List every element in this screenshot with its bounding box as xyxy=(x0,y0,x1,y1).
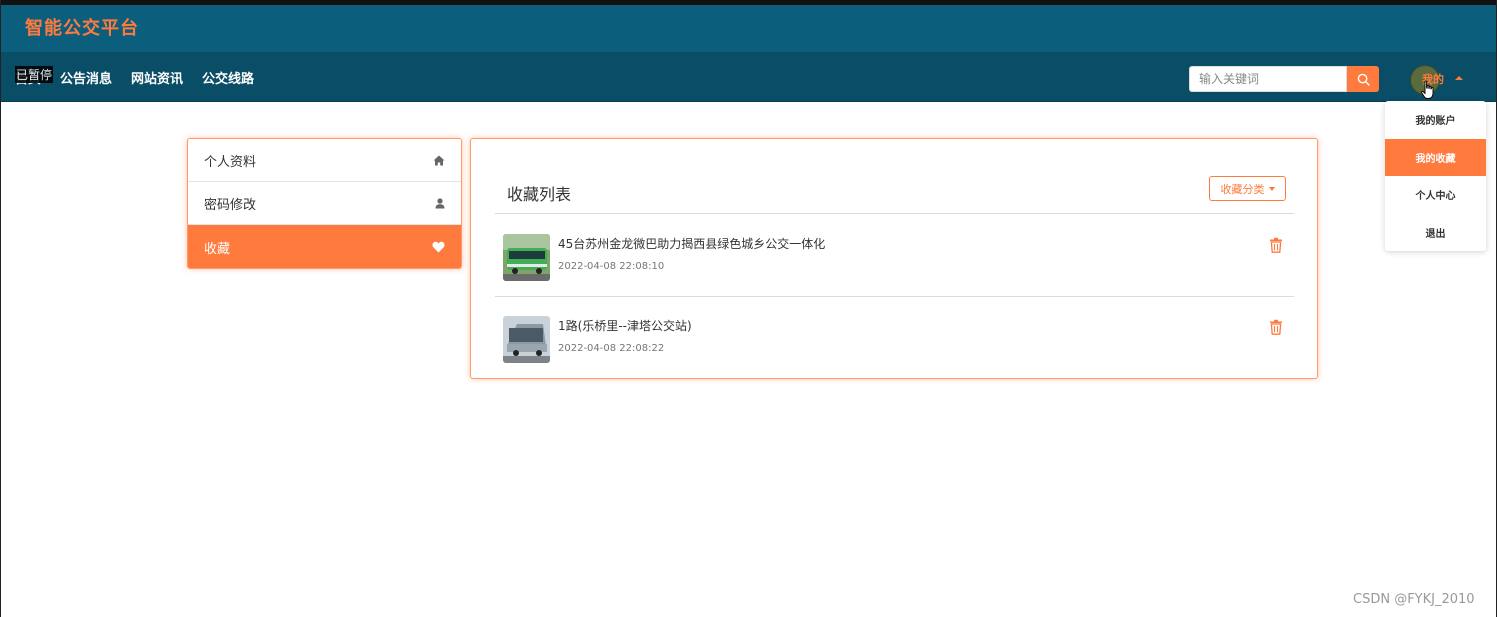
paused-overlay-label: 已暂停 xyxy=(15,66,54,83)
site-logo[interactable]: 智能公交平台 xyxy=(25,14,139,40)
search-icon xyxy=(1357,73,1370,86)
user-icon xyxy=(435,197,445,208)
menu-my-account[interactable]: 我的账户 xyxy=(1385,101,1486,139)
menu-personal-center[interactable]: 个人中心 xyxy=(1385,176,1486,214)
home-icon xyxy=(433,155,445,165)
favorite-item-title[interactable]: 45台苏州金龙微巴助力揭西县绿色城乡公交一体化 xyxy=(558,235,825,252)
user-dropdown-menu: 我的账户 我的收藏 个人中心 退出 xyxy=(1385,101,1486,251)
menu-logout[interactable]: 退出 xyxy=(1385,214,1486,252)
favorite-item[interactable]: 1路(乐桥里--津塔公交站) 2022-04-08 22:08:22 xyxy=(503,316,1283,364)
menu-my-favorites[interactable]: 我的收藏 xyxy=(1385,138,1486,176)
nav-announcements[interactable]: 公告消息 xyxy=(60,68,112,87)
favorite-item-time: 2022-04-08 22:08:22 xyxy=(558,343,665,354)
favorites-panel: 收藏列表 收藏分类 45台苏州金龙微巴助力揭西县绿色城乡公交一体化 2022-0… xyxy=(470,138,1318,379)
nav-bus-routes[interactable]: 公交线路 xyxy=(202,68,254,87)
trash-icon[interactable] xyxy=(1269,237,1283,253)
bus-thumbnail-image[interactable] xyxy=(503,234,550,281)
search-button[interactable] xyxy=(1347,66,1379,92)
bus-thumbnail-image[interactable] xyxy=(503,316,550,363)
hand-cursor-icon xyxy=(1421,80,1434,99)
sidebar-item-label: 收藏 xyxy=(204,241,231,257)
nav-news[interactable]: 网站资讯 xyxy=(131,68,183,87)
sidebar-item-change-password[interactable]: 密码修改 xyxy=(188,182,461,225)
search-bar xyxy=(1189,66,1379,92)
main-navbar: 首页 公告消息 网站资讯 公交线路 已暂停 我的 xyxy=(1,52,1496,102)
favorite-item[interactable]: 45台苏州金龙微巴助力揭西县绿色城乡公交一体化 2022-04-08 22:08… xyxy=(503,234,1283,282)
favorite-item-title[interactable]: 1路(乐桥里--津塔公交站) xyxy=(558,317,692,334)
sidebar-item-label: 个人资料 xyxy=(204,154,257,170)
sidebar-item-profile[interactable]: 个人资料 xyxy=(188,139,461,182)
favorite-item-time: 2022-04-08 22:08:10 xyxy=(558,261,665,272)
sidebar-item-favorites[interactable]: 收藏 xyxy=(188,225,461,268)
favorites-title: 收藏列表 xyxy=(507,185,572,204)
app-frame: 智能公交平台 首页 公告消息 网站资讯 公交线路 已暂停 我的 我的账户 xyxy=(0,0,1497,617)
favorite-category-button[interactable]: 收藏分类 xyxy=(1209,176,1286,201)
caret-down-icon xyxy=(1268,186,1275,191)
trash-icon[interactable] xyxy=(1269,319,1283,335)
heart-icon xyxy=(432,241,445,253)
profile-sidebar: 个人资料 密码修改 收藏 xyxy=(187,138,462,269)
csdn-watermark: CSDN @FYKJ_2010 xyxy=(1353,592,1475,607)
category-button-label: 收藏分类 xyxy=(1220,182,1265,196)
sidebar-item-label: 密码修改 xyxy=(204,197,257,213)
top-header: 智能公交平台 xyxy=(1,0,1496,52)
search-input[interactable] xyxy=(1189,66,1347,92)
list-divider xyxy=(495,213,1294,214)
list-divider xyxy=(495,296,1294,297)
caret-up-icon xyxy=(1455,76,1463,80)
